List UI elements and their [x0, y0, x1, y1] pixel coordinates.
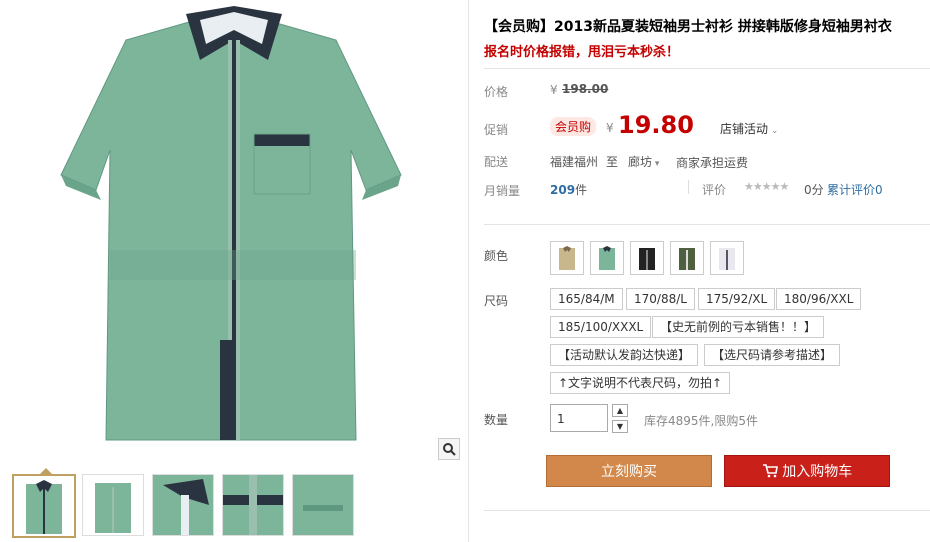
divider — [484, 510, 930, 511]
add-to-cart-button[interactable]: 加入购物车 — [724, 455, 890, 487]
product-title: 【会员购】2013新品夏装短袖男士衬衫 拼接韩版修身短袖男衬衣 — [484, 19, 892, 35]
size-option[interactable]: 165/84/M — [550, 288, 623, 310]
swatch-green[interactable] — [590, 241, 624, 275]
monthly-sales: 209件 — [550, 181, 587, 198]
store-activity-label: 店铺活动 — [720, 122, 769, 136]
original-price: 198.00 — [562, 82, 609, 96]
thumbnail-5[interactable] — [292, 474, 354, 536]
promo-currency-symbol: ¥ — [606, 121, 614, 135]
thumbnail-4[interactable] — [222, 474, 284, 536]
size-option[interactable]: ↑文字说明不代表尺码，勿拍↑ — [550, 372, 731, 394]
currency-symbol: ¥ — [550, 83, 558, 97]
cart-icon — [762, 464, 782, 480]
stock-info: 库存4895件,限购5件 — [644, 414, 758, 428]
image-gallery — [0, 0, 468, 542]
main-product-image[interactable] — [6, 0, 462, 460]
price-label: 价格 — [484, 85, 509, 99]
rating-score: 0分 — [804, 183, 824, 197]
size-option[interactable]: 185/100/XXXL — [550, 316, 652, 338]
chevron-up-icon: ▲ — [616, 406, 624, 415]
monthly-sales-label: 月销量 — [484, 184, 521, 198]
ship-from: 福建福州 — [550, 155, 599, 169]
caret-down-icon: ▾ — [652, 159, 660, 169]
ship-destination-dropdown[interactable]: 廊坊 ▾ — [628, 153, 659, 170]
swatch-army[interactable] — [670, 241, 704, 275]
size-option[interactable]: 175/92/XL — [698, 288, 776, 310]
product-details: 【会员购】2013新品夏装短袖男士衬衫 拼接韩版修身短袖男衬衣 报名时价格报错，… — [484, 0, 930, 542]
quantity-label: 数量 — [484, 413, 509, 427]
swatch-white[interactable] — [710, 241, 744, 275]
product-subtitle: 报名时价格报错，甩泪亏本秒杀！ — [484, 45, 680, 60]
size-option[interactable]: 170/88/L — [626, 288, 695, 310]
swatch-black[interactable] — [630, 241, 664, 275]
zoom-icon[interactable] — [438, 438, 460, 460]
thumbnail-2[interactable] — [82, 474, 144, 536]
promo-label: 促销 — [484, 123, 509, 137]
chevron-down-icon: ▼ — [616, 422, 624, 431]
size-option[interactable]: 【活动默认发韵达快递】 — [550, 344, 699, 366]
rating-label: 评价 — [702, 183, 727, 197]
swatch-khaki[interactable] — [550, 241, 584, 275]
promo-price: 19.80 — [618, 111, 694, 139]
size-option[interactable]: 【选尺码请参考描述】 — [704, 344, 841, 366]
store-activity-dropdown[interactable]: 店铺活动 ⌄ — [720, 120, 778, 137]
quantity-input[interactable]: 1 — [550, 404, 608, 432]
size-label: 尺码 — [484, 294, 509, 308]
divider — [484, 224, 930, 225]
shipping-label: 配送 — [484, 155, 509, 169]
size-option[interactable]: 【史无前例的亏本销售！！】 — [652, 316, 825, 338]
quantity-increase-button[interactable]: ▲ — [612, 404, 628, 417]
rating-stars: ★★★★★ — [744, 180, 789, 193]
add-to-cart-label: 加入购物车 — [782, 464, 853, 480]
ship-destination: 廊坊 — [628, 155, 653, 169]
chevron-down-icon: ⌄ — [768, 126, 779, 136]
size-option[interactable]: 180/96/XXL — [776, 288, 862, 310]
buy-now-button[interactable]: 立刻购买 — [546, 455, 712, 487]
thumbnail-3[interactable] — [152, 474, 214, 536]
shipping-fee-note: 商家承担运费 — [676, 156, 749, 170]
thumbnail-1[interactable] — [12, 474, 76, 538]
shirt-illustration — [60, 6, 402, 441]
divider — [688, 180, 689, 194]
ship-to-word: 至 — [606, 155, 619, 169]
review-count-link[interactable]: 累计评价0 — [827, 181, 883, 198]
quantity-decrease-button[interactable]: ▼ — [612, 420, 628, 433]
divider — [484, 68, 930, 69]
column-divider — [468, 0, 469, 542]
color-label: 颜色 — [484, 249, 509, 263]
sales-unit: 件 — [575, 183, 588, 197]
sales-count: 209 — [550, 183, 576, 197]
member-badge: 会员购 — [550, 117, 597, 136]
